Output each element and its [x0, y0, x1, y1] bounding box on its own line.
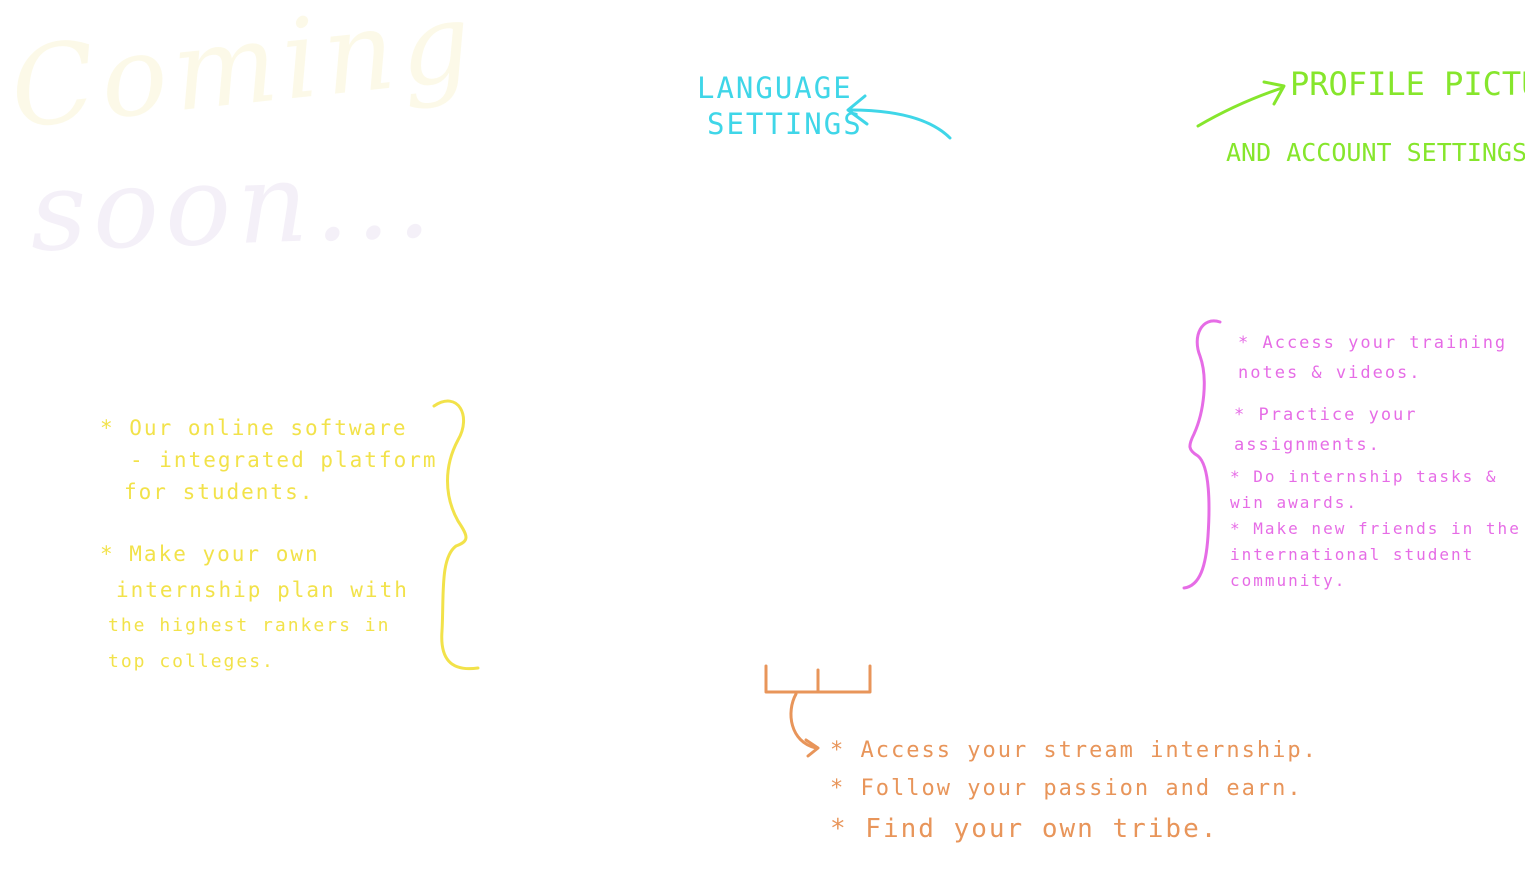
bottom-item-2: * Follow your passion and earn.	[830, 776, 1303, 801]
right-item-3-line-2: win awards.	[1230, 493, 1358, 512]
left-item-2-line-3: the highest rankers in	[108, 615, 391, 636]
right-item-2-line-1: * Practice your	[1234, 405, 1418, 425]
left-item-1-line-2: - integrated platform	[130, 448, 438, 472]
bottom-item-3: * Find your own tribe.	[830, 814, 1219, 844]
right-list-item: * Do internship tasks & win awards.	[1230, 464, 1498, 516]
left-item-2-line-2: internship plan with	[116, 578, 409, 602]
watermark-line-2: soon...	[27, 133, 439, 277]
right-item-4-line-2: international student	[1230, 545, 1475, 564]
right-item-1-line-2: notes & videos.	[1238, 363, 1422, 383]
left-list-item: * Make your own internship plan with the…	[100, 536, 409, 680]
left-item-2-line-4: top colleges.	[108, 651, 275, 672]
left-item-1-line-1: * Our online software	[100, 416, 408, 440]
profile-picture-label: Profile Picture	[1290, 65, 1525, 103]
coming-soon-watermark: Coming soon...	[5, 0, 483, 300]
right-item-4-line-1: * Make new friends in the	[1230, 519, 1521, 538]
profile-arrow-icon	[1196, 80, 1286, 128]
left-item-1-line-3: for students.	[124, 480, 315, 504]
right-list-item: * Practice your assignments.	[1234, 400, 1418, 460]
left-brace-icon	[432, 399, 480, 671]
right-brace-icon	[1182, 319, 1222, 590]
bottom-item-1: * Access your stream internship.	[830, 738, 1318, 763]
left-list-item: * Our online software - integrated platf…	[100, 412, 438, 508]
right-item-3-line-1: * Do internship tasks &	[1230, 467, 1498, 486]
watermark-line-1: Coming	[4, 0, 483, 154]
right-list-item: * Make new friends in the international …	[1230, 516, 1521, 594]
left-item-2-line-1: * Make your own	[100, 542, 320, 566]
right-item-2-line-2: assignments.	[1234, 435, 1381, 455]
right-item-1-line-1: * Access your training	[1238, 333, 1508, 353]
language-arrow-icon	[846, 94, 952, 140]
right-list-item: * Access your training notes & videos.	[1238, 328, 1507, 388]
right-item-4-line-3: community.	[1230, 571, 1347, 590]
account-settings-label: and account settings	[1226, 138, 1525, 167]
